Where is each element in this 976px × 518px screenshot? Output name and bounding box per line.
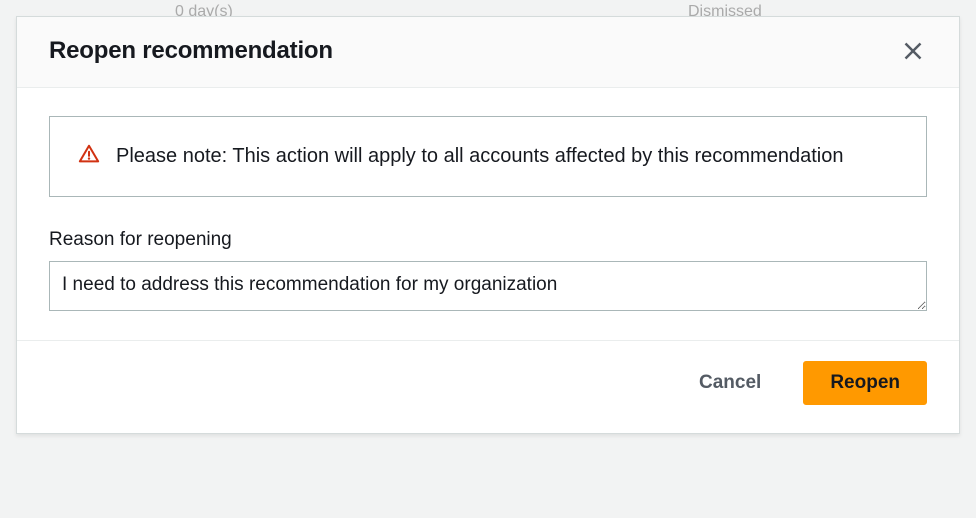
modal-title: Reopen recommendation bbox=[49, 37, 333, 65]
close-icon bbox=[903, 41, 923, 61]
reason-label: Reason for reopening bbox=[49, 229, 927, 251]
modal-footer: Cancel Reopen bbox=[17, 340, 959, 433]
reopen-modal: Reopen recommendation Please note: This … bbox=[16, 16, 960, 434]
warning-icon bbox=[78, 143, 100, 165]
modal-header: Reopen recommendation bbox=[17, 17, 959, 88]
alert-text: Please note: This action will apply to a… bbox=[116, 141, 843, 172]
alert-box: Please note: This action will apply to a… bbox=[49, 116, 927, 197]
modal-body: Please note: This action will apply to a… bbox=[17, 88, 959, 340]
cancel-button[interactable]: Cancel bbox=[673, 361, 787, 405]
reason-input[interactable] bbox=[49, 261, 927, 311]
reopen-button[interactable]: Reopen bbox=[803, 361, 927, 405]
close-button[interactable] bbox=[899, 37, 927, 65]
